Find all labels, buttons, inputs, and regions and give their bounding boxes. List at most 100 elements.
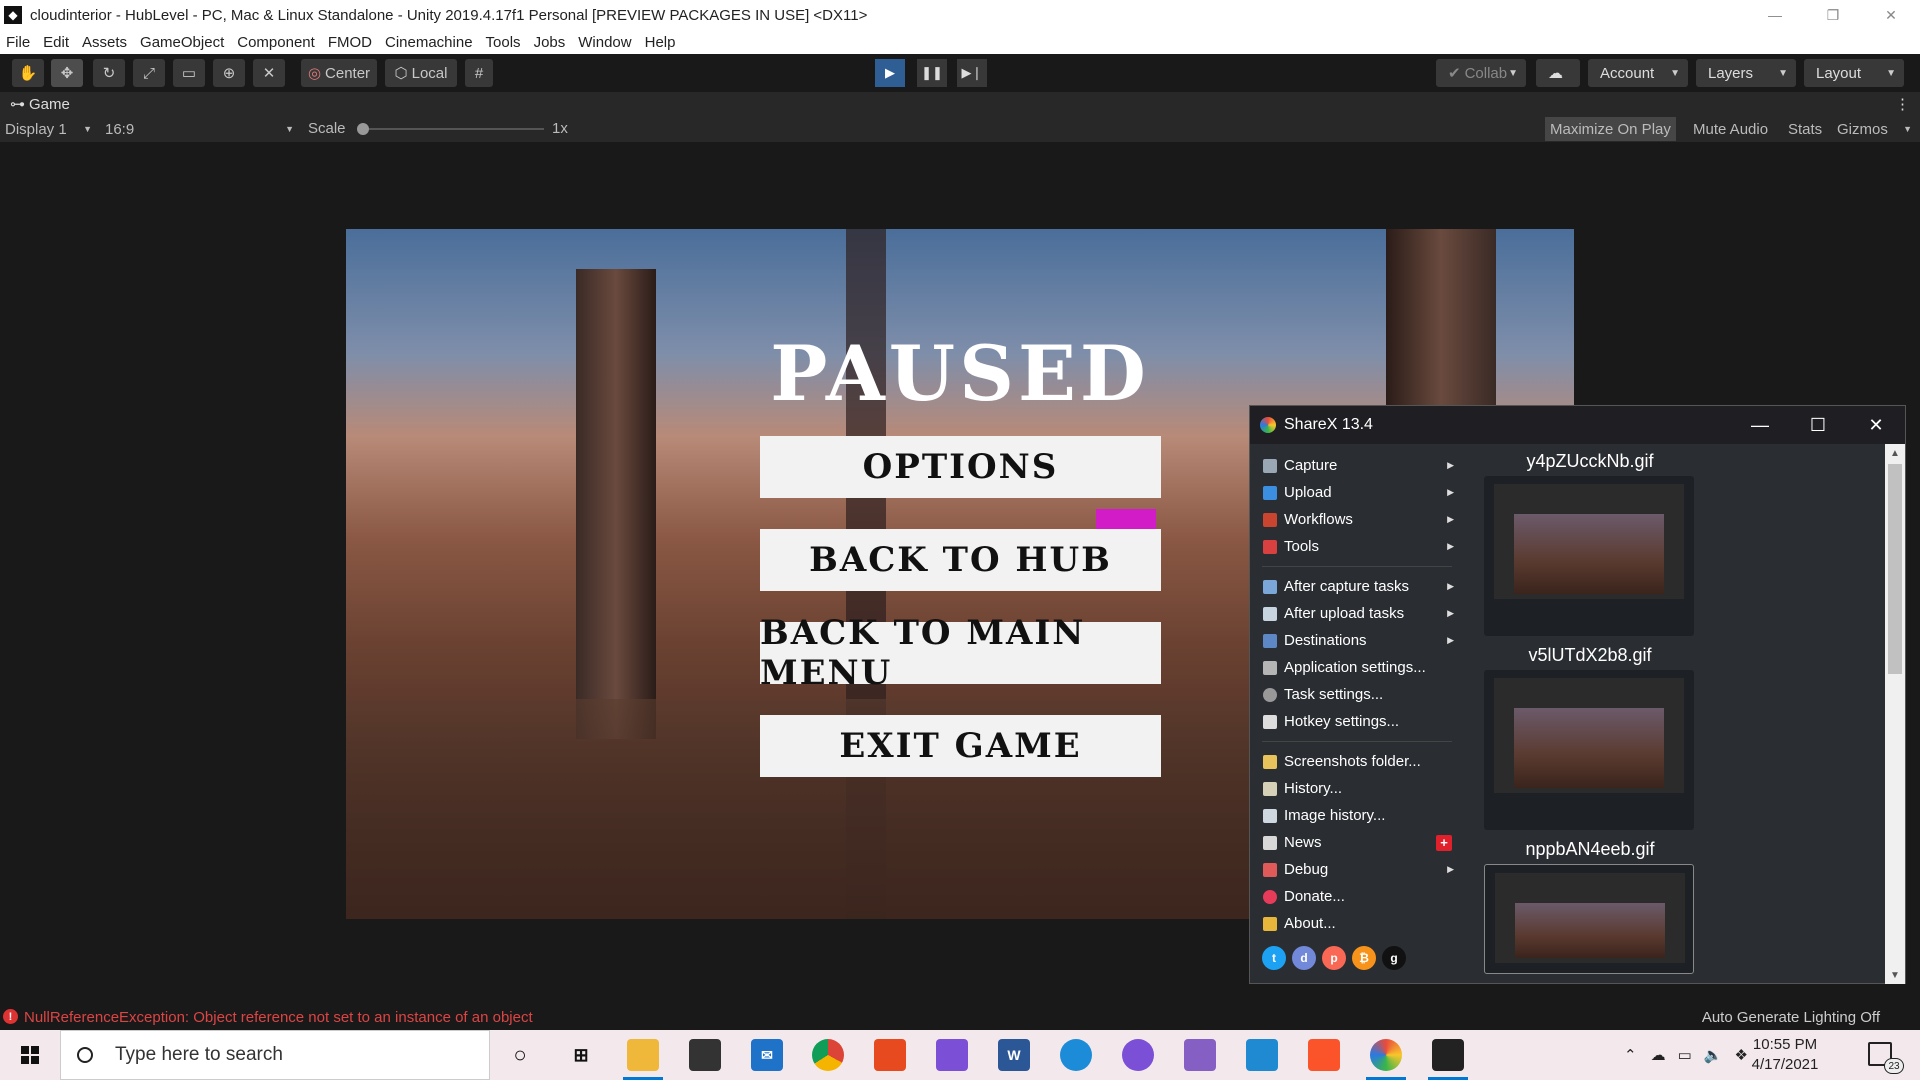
menu-assets[interactable]: Assets bbox=[82, 34, 127, 51]
close-button[interactable]: ✕ bbox=[1862, 0, 1920, 30]
menu-item-hotkey-settings[interactable]: Hotkey settings... bbox=[1254, 708, 1460, 735]
menu-tools[interactable]: Tools bbox=[486, 34, 521, 51]
pivot-local-button[interactable]: ⬡ Local bbox=[385, 59, 457, 87]
twitter-icon[interactable]: t bbox=[1262, 946, 1286, 970]
github-desktop-icon[interactable] bbox=[1122, 1039, 1154, 1071]
file-explorer-icon[interactable] bbox=[627, 1039, 659, 1071]
menu-item-history[interactable]: History... bbox=[1254, 775, 1460, 802]
menu-jobs[interactable]: Jobs bbox=[534, 34, 566, 51]
onedrive-icon[interactable]: ☁ bbox=[1651, 1046, 1666, 1064]
menu-item-about[interactable]: About... bbox=[1254, 910, 1460, 937]
options-button[interactable]: OPTIONS bbox=[760, 436, 1161, 498]
menu-item-donate[interactable]: Donate... bbox=[1254, 883, 1460, 910]
github-icon[interactable]: g bbox=[1382, 946, 1406, 970]
menu-fmod[interactable]: FMOD bbox=[328, 34, 372, 51]
pause-button[interactable]: ❚❚ bbox=[917, 59, 947, 87]
patreon-icon[interactable]: p bbox=[1322, 946, 1346, 970]
edge-icon[interactable] bbox=[1060, 1039, 1092, 1071]
rotate-tool-icon[interactable]: ↻ bbox=[93, 59, 125, 87]
menu-item-workflows[interactable]: Workflows ▶ bbox=[1254, 506, 1460, 533]
discord-app-icon[interactable] bbox=[936, 1039, 968, 1071]
gizmos-dropdown[interactable]: Gizmos ▼ bbox=[1832, 117, 1914, 141]
cortana-icon[interactable]: ○ bbox=[504, 1039, 536, 1071]
menu-item-tools[interactable]: Tools ▶ bbox=[1254, 533, 1460, 560]
unity-taskbar-icon[interactable] bbox=[1432, 1039, 1464, 1071]
game-tab[interactable]: ⊶ Game ⋮ bbox=[0, 92, 1920, 116]
console-error-message[interactable]: NullReferenceException: Object reference… bbox=[24, 1009, 533, 1026]
scroll-down-icon[interactable]: ▼ bbox=[1885, 966, 1905, 984]
exit-game-button[interactable]: EXIT GAME bbox=[760, 715, 1161, 777]
chevron-up-icon[interactable]: ⌃ bbox=[1624, 1046, 1637, 1064]
menu-file[interactable]: File bbox=[6, 34, 30, 51]
minimize-button[interactable]: — bbox=[1731, 406, 1789, 444]
hand-tool-icon[interactable]: ✋ bbox=[12, 59, 44, 87]
start-button[interactable] bbox=[0, 1030, 60, 1080]
menu-item-application-settings[interactable]: Application settings... bbox=[1254, 654, 1460, 681]
task-view-icon[interactable]: ⊞ bbox=[565, 1039, 597, 1071]
menu-window[interactable]: Window bbox=[578, 34, 631, 51]
bitcoin-icon[interactable]: ₿ bbox=[1352, 946, 1376, 970]
transform-tool-icon[interactable]: ⊕ bbox=[213, 59, 245, 87]
aspect-dropdown[interactable]: 16:9 ▼ bbox=[100, 117, 298, 141]
visual-studio-icon[interactable] bbox=[1184, 1039, 1216, 1071]
scrollbar-thumb[interactable] bbox=[1888, 464, 1902, 674]
sharex-taskbar-icon[interactable] bbox=[1370, 1039, 1402, 1071]
menu-item-debug[interactable]: Debug ▶ bbox=[1254, 856, 1460, 883]
rect-tool-icon[interactable]: ▭ bbox=[173, 59, 205, 87]
sharex-scrollbar[interactable]: ▲ ▼ bbox=[1885, 444, 1905, 984]
mail-icon[interactable]: ✉ bbox=[751, 1039, 783, 1071]
scroll-up-icon[interactable]: ▲ bbox=[1885, 444, 1905, 462]
menu-component[interactable]: Component bbox=[237, 34, 315, 51]
office-icon[interactable] bbox=[874, 1039, 906, 1071]
cloud-icon[interactable]: ☁ bbox=[1536, 59, 1580, 87]
display-dropdown[interactable]: Display 1 ▼ bbox=[0, 117, 96, 141]
restore-button[interactable]: ❐ bbox=[1804, 0, 1862, 30]
menu-gameobject[interactable]: GameObject bbox=[140, 34, 224, 51]
move-tool-icon[interactable]: ✥ bbox=[51, 59, 83, 87]
custom-tool-icon[interactable]: ✕ bbox=[253, 59, 285, 87]
collab-dropdown[interactable]: ✔ Collab ▼ bbox=[1436, 59, 1526, 87]
close-button[interactable]: ✕ bbox=[1847, 406, 1905, 444]
maximize-button[interactable]: ☐ bbox=[1789, 406, 1847, 444]
menu-item-upload[interactable]: Upload ▶ bbox=[1254, 479, 1460, 506]
menu-item-news[interactable]: News + bbox=[1254, 829, 1460, 856]
scale-slider[interactable] bbox=[360, 128, 544, 130]
taskbar-clock[interactable]: 10:55 PM 4/17/2021 bbox=[1740, 1035, 1830, 1075]
scale-tool-icon[interactable]: ⤢ bbox=[133, 59, 165, 87]
minimize-button[interactable]: — bbox=[1746, 0, 1804, 30]
menu-item-screenshots-folder[interactable]: Screenshots folder... bbox=[1254, 748, 1460, 775]
menu-edit[interactable]: Edit bbox=[43, 34, 69, 51]
menu-cinemachine[interactable]: Cinemachine bbox=[385, 34, 473, 51]
menu-item-image-history[interactable]: Image history... bbox=[1254, 802, 1460, 829]
more-options-icon[interactable]: ⋮ bbox=[1895, 95, 1910, 113]
menu-item-capture[interactable]: Capture ▶ bbox=[1254, 452, 1460, 479]
layers-dropdown[interactable]: Layers ▼ bbox=[1696, 59, 1796, 87]
chrome-icon[interactable] bbox=[812, 1039, 844, 1071]
back-to-hub-button[interactable]: BACK TO HUB bbox=[760, 529, 1161, 591]
account-dropdown[interactable]: Account ▼ bbox=[1588, 59, 1688, 87]
word-icon[interactable]: W bbox=[998, 1039, 1030, 1071]
menu-help[interactable]: Help bbox=[645, 34, 676, 51]
layout-dropdown[interactable]: Layout ▼ bbox=[1804, 59, 1904, 87]
brave-icon[interactable] bbox=[1308, 1039, 1340, 1071]
menu-item-after-capture[interactable]: After capture tasks ▶ bbox=[1254, 573, 1460, 600]
back-to-main-menu-button[interactable]: BACK TO MAIN MENU bbox=[760, 613, 1161, 693]
step-button[interactable]: ▶❘ bbox=[957, 59, 987, 87]
play-button[interactable]: ▶ bbox=[875, 59, 905, 87]
pivot-center-button[interactable]: ◎ Center bbox=[301, 59, 377, 87]
menu-item-after-upload[interactable]: After upload tasks ▶ bbox=[1254, 600, 1460, 627]
thumbnail-item[interactable] bbox=[1484, 476, 1694, 636]
thumbnail-item[interactable] bbox=[1484, 670, 1694, 830]
maximize-on-play-toggle[interactable]: Maximize On Play bbox=[1545, 117, 1676, 141]
grid-snap-icon[interactable]: # bbox=[465, 59, 493, 87]
mute-audio-toggle[interactable]: Mute Audio bbox=[1688, 117, 1773, 141]
store-icon[interactable] bbox=[689, 1039, 721, 1071]
discord-icon[interactable]: d bbox=[1292, 946, 1316, 970]
menu-item-destinations[interactable]: Destinations ▶ bbox=[1254, 627, 1460, 654]
vscode-icon[interactable] bbox=[1246, 1039, 1278, 1071]
menu-item-task-settings[interactable]: Task settings... bbox=[1254, 681, 1460, 708]
stats-toggle[interactable]: Stats bbox=[1783, 117, 1827, 141]
thumbnail-item-selected[interactable] bbox=[1484, 864, 1694, 974]
taskbar-search-box[interactable]: Type here to search bbox=[60, 1030, 490, 1080]
scale-slider-handle[interactable] bbox=[357, 123, 369, 135]
